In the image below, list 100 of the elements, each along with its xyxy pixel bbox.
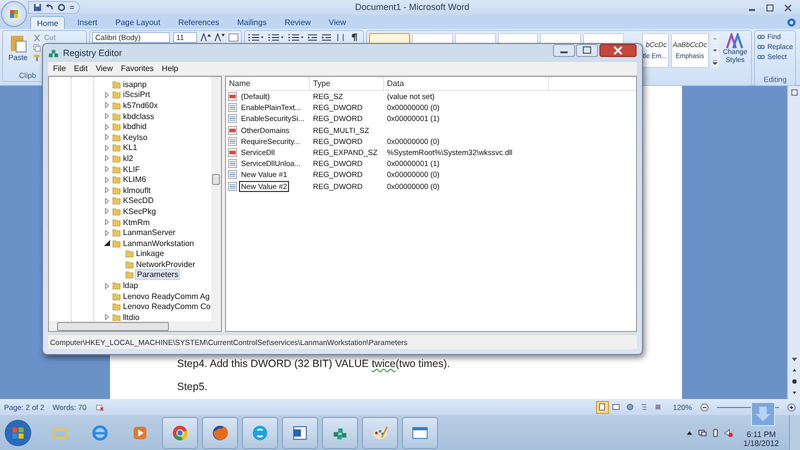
screen-icon: [612, 403, 620, 411]
more-icon[interactable]: [710, 57, 719, 68]
maximize-icon[interactable]: [576, 44, 598, 57]
tree-item[interactable]: KLIM6: [122, 175, 148, 184]
tree-item[interactable]: klmouflt: [122, 186, 152, 195]
brush-icon[interactable]: [33, 54, 41, 62]
taskbar-app-button[interactable]: [282, 416, 318, 448]
binary-value-icon: [228, 182, 237, 191]
zoom-out-icon[interactable]: [700, 402, 709, 412]
palette-icon: [371, 424, 389, 442]
customize-icon[interactable]: [69, 3, 75, 12]
save-icon[interactable]: [33, 3, 42, 12]
tree-item[interactable]: Linkage: [135, 249, 166, 258]
shrink-font-icon[interactable]: [214, 32, 226, 42]
tree-item[interactable]: LanmanWorkstation: [122, 238, 195, 248]
ribbon-tab[interactable]: View: [322, 16, 352, 29]
menu-item[interactable]: Edit: [70, 64, 91, 73]
network-icon[interactable]: [698, 428, 708, 438]
taskbar-app-button[interactable]: [202, 416, 238, 448]
tree-item[interactable]: Lenovo ReadyComm Co: [122, 302, 211, 312]
tree-item[interactable]: NetworkProvider: [135, 260, 196, 269]
battery-icon[interactable]: [711, 428, 720, 438]
letters-icon: [726, 33, 744, 49]
scissors-icon: [33, 34, 41, 42]
tree-item[interactable]: KSecDD: [122, 196, 155, 206]
scroll-down-icon[interactable]: [790, 355, 798, 364]
column-header[interactable]: Data: [384, 77, 549, 90]
tree-item[interactable]: KL1: [122, 143, 138, 152]
close-icon[interactable]: [599, 44, 637, 57]
clock[interactable]: 6:11 PM 1/18/2012: [737, 430, 785, 448]
horizontal-scrollbar[interactable]: [49, 321, 221, 331]
help-icon[interactable]: [787, 18, 796, 27]
tree-item[interactable]: isapnp: [122, 80, 148, 89]
binoculars-icon: [757, 33, 766, 41]
style-tile[interactable]: [498, 33, 538, 44]
binoculars-icon: [757, 43, 766, 51]
ribbon-tab[interactable]: References: [172, 16, 226, 29]
tree-item[interactable]: k57nd60x: [122, 100, 159, 110]
tree-item[interactable]: ldap: [122, 281, 140, 290]
document-paragraph: Step5.: [177, 381, 208, 393]
tree-item[interactable]: kbdclass: [122, 112, 156, 121]
tree-item[interactable]: kbdhid: [122, 122, 148, 132]
ribbon-tab[interactable]: Mailings: [231, 16, 273, 29]
ruler-icon[interactable]: [790, 88, 798, 97]
menu-item[interactable]: File: [50, 64, 69, 73]
binoculars-icon: [757, 53, 766, 61]
tree-item[interactable]: LanmanServer: [122, 228, 176, 238]
page-icon: [598, 403, 606, 411]
style-tile[interactable]: [582, 33, 624, 44]
taskbar-app-button[interactable]: [402, 416, 438, 448]
menu-item[interactable]: View: [92, 64, 116, 73]
list-icon[interactable]: [287, 32, 304, 42]
select-browse-icon[interactable]: [790, 377, 798, 386]
column-header[interactable]: Name: [226, 77, 310, 90]
binary-value-icon: [228, 114, 237, 124]
start-button[interactable]: [4, 418, 32, 446]
window-title: Registry Editor: [63, 48, 122, 58]
ribbon-tab[interactable]: Insert: [71, 16, 104, 29]
tree-item[interactable]: KLIF: [122, 164, 141, 174]
sort-icon[interactable]: [335, 32, 346, 42]
globe-icon: [626, 403, 634, 411]
tree-item[interactable]: iScsiPrt: [122, 90, 152, 100]
vertical-scrollbar[interactable]: [211, 77, 221, 321]
style-tile[interactable]: [412, 33, 453, 44]
zoom-in-icon[interactable]: [787, 402, 796, 412]
tree-item[interactable]: KeyIso: [122, 132, 148, 142]
play-icon: [131, 424, 149, 442]
tree-item[interactable]: Lenovo ReadyComm Ag: [122, 292, 211, 301]
globe-icon: [211, 424, 229, 442]
menu-item[interactable]: Help: [158, 64, 182, 73]
ribbon-tab[interactable]: Home: [30, 16, 66, 29]
style-tile[interactable]: [369, 33, 410, 44]
proofing-icon[interactable]: [94, 402, 104, 412]
muted-volume-icon[interactable]: [724, 428, 734, 438]
grow-font-icon[interactable]: [200, 32, 212, 42]
list-icon[interactable]: [247, 32, 264, 42]
binary-value-icon: [228, 159, 237, 168]
tree-item[interactable]: lltdio: [122, 312, 140, 321]
indent-icon[interactable]: [307, 32, 318, 42]
string-value-icon: [228, 92, 237, 102]
taskbar-app-button[interactable]: [322, 416, 358, 448]
tree-item[interactable]: KSecPkg: [122, 206, 157, 216]
style-tile[interactable]: [454, 33, 496, 44]
ribbon-tab[interactable]: Review: [278, 16, 317, 29]
tree-item[interactable]: Parameters: [135, 269, 180, 280]
indent-icon[interactable]: [321, 32, 332, 42]
taskbar-app-button[interactable]: [162, 416, 198, 448]
style-tile[interactable]: [540, 33, 581, 44]
ribbon-tab[interactable]: Page Layout: [109, 16, 166, 29]
menu-item[interactable]: Favorites: [118, 64, 157, 73]
minimize-icon[interactable]: [553, 44, 575, 57]
copy-icon[interactable]: [33, 44, 41, 52]
column-header[interactable]: Type: [310, 77, 384, 90]
vertical-scrollbar[interactable]: [787, 86, 800, 399]
scroll-down-icon[interactable]: [710, 45, 719, 56]
tree-item[interactable]: KtmRm: [122, 218, 151, 227]
list-icon[interactable]: [267, 32, 284, 42]
view-button[interactable]: [596, 400, 609, 414]
tree-item[interactable]: kl2: [122, 154, 134, 163]
undo-icon[interactable]: [45, 3, 54, 12]
